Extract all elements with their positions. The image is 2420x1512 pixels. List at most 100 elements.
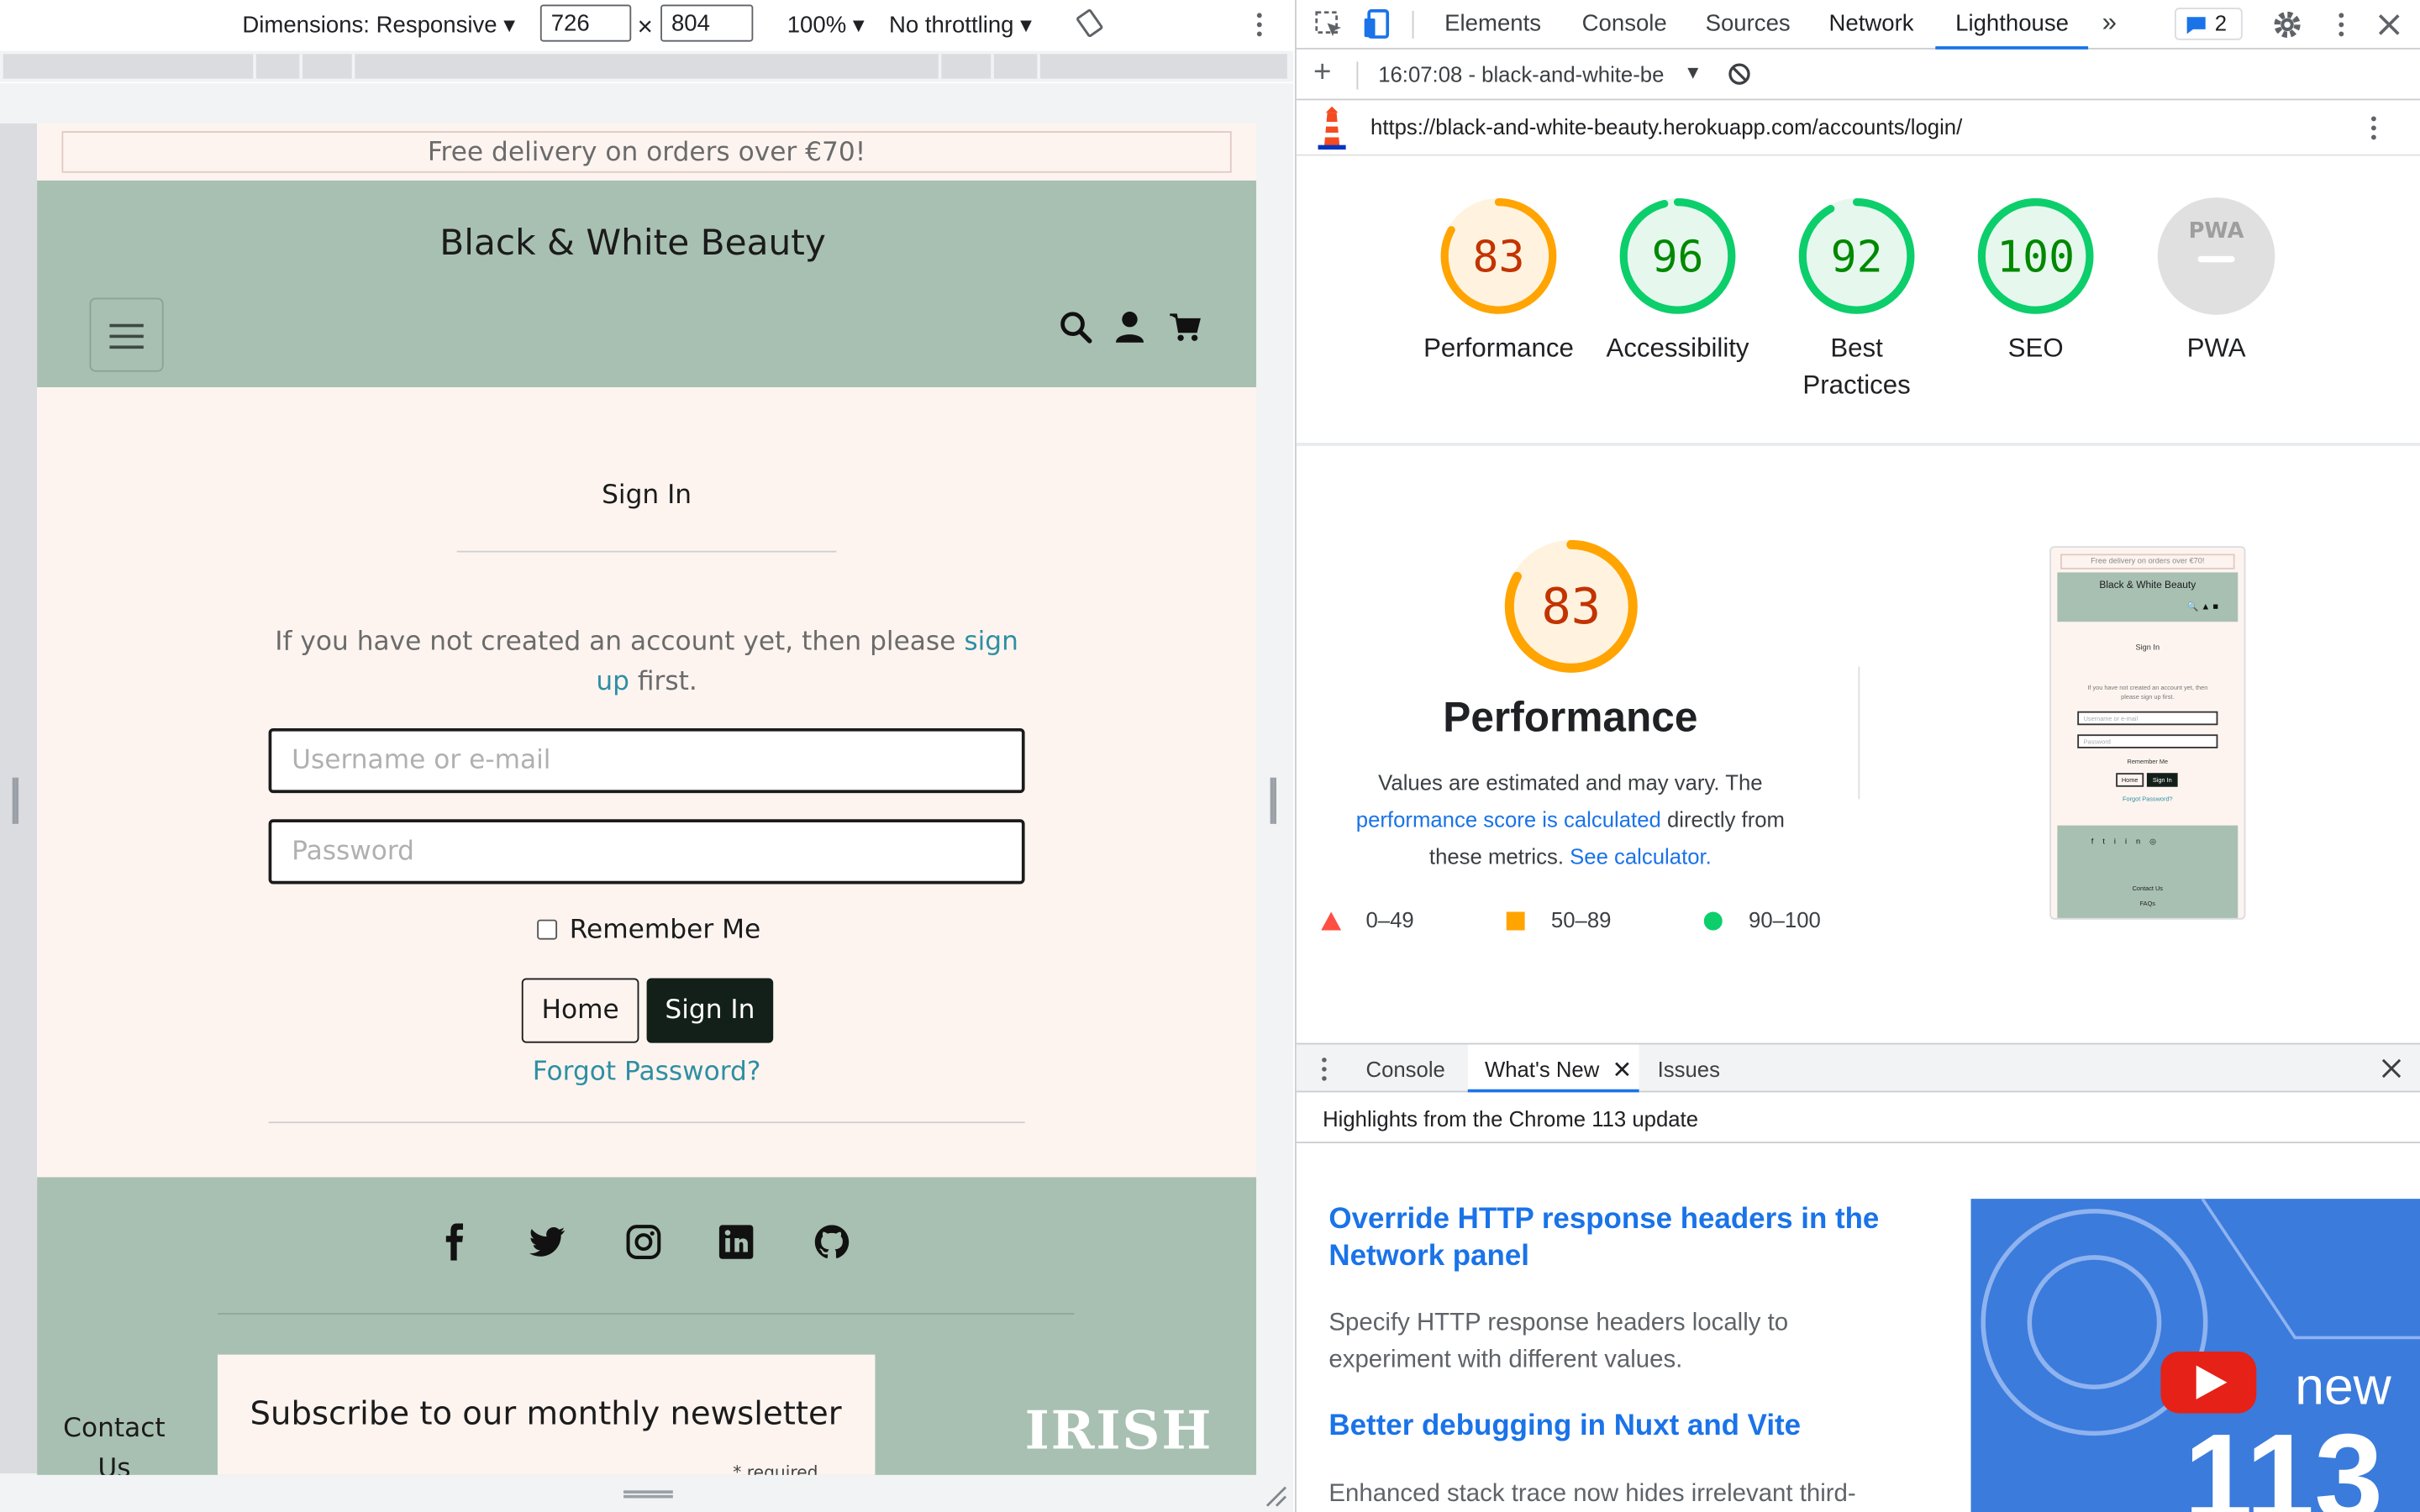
performance-summary: 83 Performance Values are estimated and …: [1343, 537, 1798, 874]
zoom-dropdown[interactable]: 100% ▾: [787, 11, 865, 39]
drawer-tab-issues[interactable]: Issues: [1658, 1057, 1720, 1081]
gauge-performance[interactable]: 83 Performance: [1422, 194, 1576, 367]
bottom-resize-bar[interactable]: [0, 1474, 1294, 1512]
brand-title[interactable]: Black & White Beauty: [37, 223, 1228, 264]
tab-console[interactable]: Console: [1582, 11, 1667, 37]
menu-toggle-button[interactable]: [89, 297, 164, 372]
ruler-segment[interactable]: [993, 54, 1040, 79]
drawer-menu-icon[interactable]: [1317, 1055, 1332, 1083]
issues-badge[interactable]: 2: [2174, 8, 2243, 40]
newsletter-box: Subscribe to our monthly newsletter * re…: [217, 1354, 876, 1475]
dimensions-label: Dimensions: Responsive: [242, 12, 497, 39]
whats-new-label: What's New: [1484, 1057, 1600, 1082]
report-url-bar: https://black-and-white-beauty.herokuapp…: [1296, 100, 2420, 156]
drawer-tabbar: Console What's New Issues: [1296, 1042, 2420, 1093]
performance-description: Values are estimated and may vary. The p…: [1343, 764, 1798, 874]
new-report-icon[interactable]: +: [1313, 55, 1331, 91]
issues-count: 2: [2214, 10, 2228, 36]
gauge-label: SEO: [2007, 333, 2064, 363]
throttling-label: No throttling: [888, 12, 1014, 39]
linkedin-icon[interactable]: [718, 1224, 755, 1261]
throttling-dropdown[interactable]: No throttling ▾: [889, 11, 1032, 39]
ruler-segment[interactable]: [3, 54, 256, 79]
drawer-tab-whats-new[interactable]: What's New: [1467, 1044, 1639, 1093]
whats-new-item-title[interactable]: Override HTTP response headers in the Ne…: [1328, 1202, 1884, 1276]
ruler-segment[interactable]: [941, 54, 994, 79]
rotate-icon[interactable]: [1076, 9, 1103, 38]
footer-divider: [217, 1313, 1075, 1315]
see-calculator-link[interactable]: See calculator.: [1570, 844, 1712, 869]
legend-pass: 90–100: [1749, 906, 1821, 932]
right-resize-handle[interactable]: [1270, 777, 1276, 824]
required-note: * required: [733, 1462, 818, 1475]
thumb-password: Password: [2077, 734, 2218, 748]
bottom-resize-handle[interactable]: [623, 1490, 673, 1499]
ruler-segment[interactable]: [302, 54, 355, 79]
whats-new-item-title[interactable]: Better debugging in Nuxt and Vite: [1328, 1409, 1946, 1446]
devtools-panel: Elements Console Sources Network Lightho…: [1295, 0, 2420, 1512]
media-query-ruler[interactable]: [0, 50, 1294, 82]
tab-network[interactable]: Network: [1829, 11, 1914, 37]
site-footer: Subscribe to our monthly newsletter * re…: [37, 1177, 1257, 1475]
remember-me[interactable]: Remember Me: [537, 915, 760, 946]
contact-link[interactable]: Contact Us: [59, 1409, 170, 1474]
settings-gear-icon[interactable]: [2272, 9, 2303, 40]
facebook-icon[interactable]: [437, 1223, 474, 1261]
height-input[interactable]: 804: [660, 4, 754, 42]
device-toggle-icon[interactable]: [1361, 8, 1395, 41]
corner-resize-icon[interactable]: [1262, 1483, 1286, 1507]
gauge-score: 92: [1831, 232, 1883, 282]
gauge-seo[interactable]: 100 SEO: [1959, 194, 2113, 367]
close-tab-icon[interactable]: [1614, 1062, 1629, 1077]
final-screenshot-thumbnail[interactable]: Free delivery on orders over €70! Black …: [2049, 546, 2246, 920]
tab-elements[interactable]: Elements: [1444, 11, 1541, 37]
thumb-signin: Sign In: [2135, 643, 2160, 653]
gauge-score: 83: [1473, 232, 1525, 282]
gauge-best-practices[interactable]: 92 Best Practices: [1780, 194, 1934, 404]
thumb-promo: Free delivery on orders over €70!: [2060, 554, 2235, 570]
report-more-icon[interactable]: [2363, 113, 2385, 144]
chrome-113-promo-image[interactable]: new 113: [1970, 1199, 2420, 1512]
password-input[interactable]: Password: [268, 819, 1025, 885]
gauge-pwa[interactable]: PWA PWA: [2139, 194, 2294, 367]
twitter-icon[interactable]: [529, 1224, 566, 1261]
devtools-more-icon[interactable]: [2330, 9, 2352, 40]
intro-text-end: first.: [629, 666, 697, 698]
more-tabs-icon[interactable]: »: [2102, 8, 2117, 39]
tab-sources[interactable]: Sources: [1706, 11, 1791, 37]
close-drawer-icon[interactable]: [2381, 1058, 2402, 1079]
cart-icon[interactable]: [1168, 310, 1202, 344]
username-input[interactable]: Username or e-mail: [268, 727, 1025, 794]
promo-banner: Free delivery on orders over €70!: [61, 131, 1232, 173]
report-dropdown-icon[interactable]: ▼: [1684, 61, 1702, 83]
desc-text: Values are estimated and may vary. The: [1378, 769, 1763, 795]
divider: [456, 550, 837, 553]
forgot-password-link[interactable]: Forgot Password?: [37, 1057, 1256, 1088]
ruler-segment[interactable]: [255, 54, 302, 79]
search-icon[interactable]: [1059, 310, 1092, 344]
ruler-segment[interactable]: [1039, 54, 1291, 79]
remember-checkbox[interactable]: [537, 919, 558, 940]
thumb-intro: If you have not created an account yet, …: [2087, 683, 2208, 701]
gauge-accessibility[interactable]: 96 Accessibility: [1601, 194, 1755, 367]
score-calculated-link[interactable]: performance score is calculated: [1356, 807, 1661, 832]
newsletter-title: Subscribe to our monthly newsletter: [250, 1394, 842, 1432]
instagram-icon[interactable]: [625, 1224, 662, 1261]
signin-button[interactable]: Sign In: [646, 978, 774, 1043]
close-devtools-icon[interactable]: [2377, 13, 2402, 37]
ruler-segment[interactable]: [355, 54, 942, 79]
report-selector[interactable]: 16:07:08 - black-and-white-be: [1378, 61, 1675, 86]
drawer-tab-console[interactable]: Console: [1366, 1057, 1445, 1081]
clear-reports-icon[interactable]: [1727, 61, 1751, 86]
home-button[interactable]: Home: [521, 978, 639, 1043]
account-icon[interactable]: [1113, 310, 1146, 344]
inspect-element-icon[interactable]: [1313, 9, 1344, 40]
left-resize-handle[interactable]: [12, 777, 19, 824]
dimensions-dropdown[interactable]: Dimensions: Responsive ▾: [242, 11, 515, 39]
tab-lighthouse[interactable]: Lighthouse: [1955, 11, 2069, 37]
signin-section: Sign In If you have not created an accou…: [37, 387, 1256, 1177]
remember-label: Remember Me: [569, 915, 761, 946]
width-input[interactable]: 726: [539, 4, 632, 42]
device-more-icon[interactable]: [1249, 9, 1270, 40]
github-icon[interactable]: [813, 1224, 850, 1261]
